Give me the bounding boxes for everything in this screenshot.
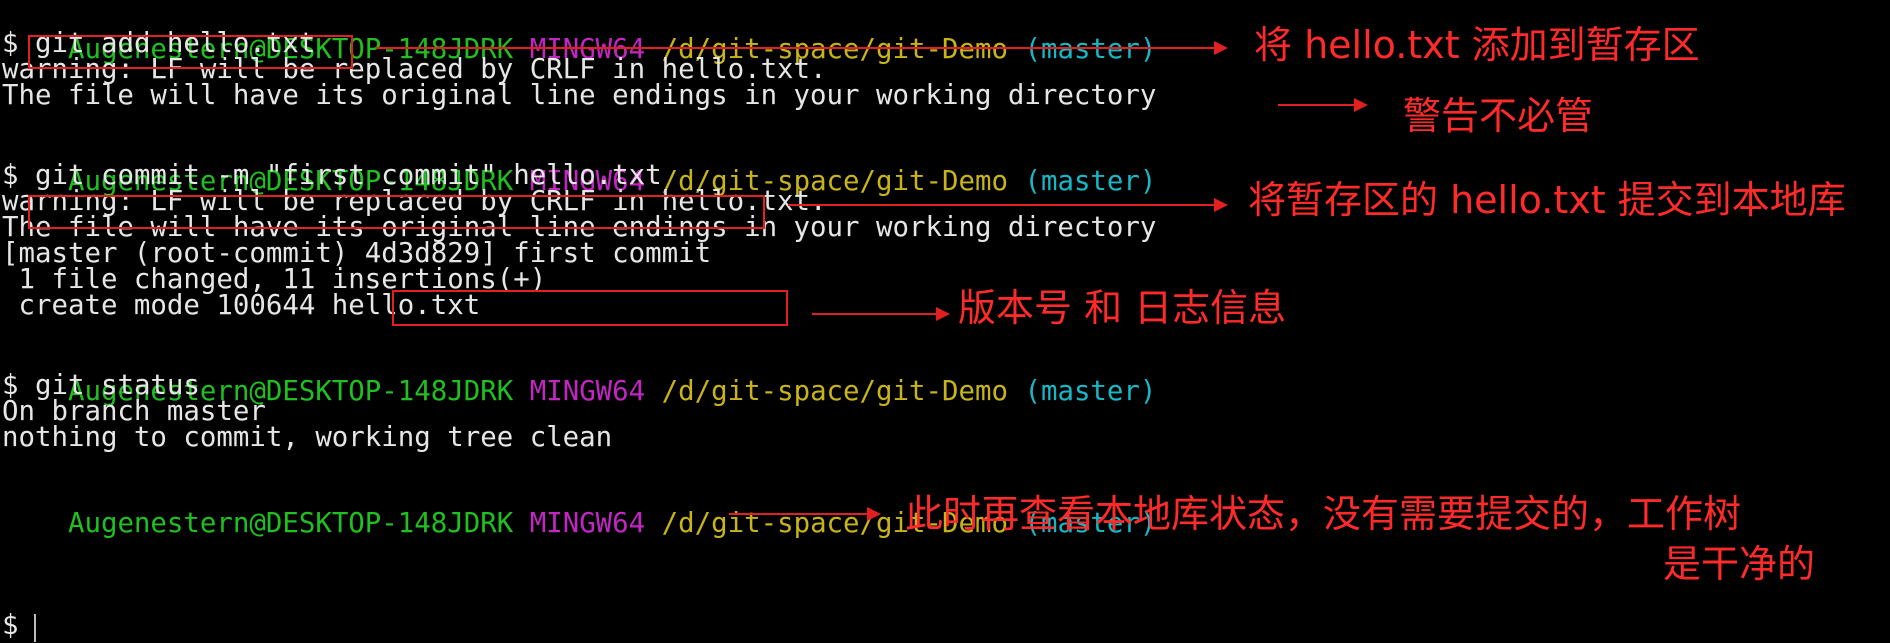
- output-line: The file will have its original line end…: [2, 80, 1157, 111]
- arrow-icon: [788, 198, 1228, 212]
- prompt-shell: MINGW64: [529, 508, 646, 539]
- annotation-warning: 警告不必管: [1403, 94, 1594, 138]
- terminal-window[interactable]: Augenestern@DESKTOP-148JDRK MINGW64 /d/g…: [0, 0, 1890, 643]
- text-cursor: [34, 614, 36, 642]
- annotation-status-continued: 是干净的: [1663, 542, 1816, 586]
- arrow-icon: [1278, 98, 1368, 112]
- annotation-add: 将 hello.txt 添加到暂存区: [1254, 23, 1700, 67]
- prompt-symbol: $: [2, 610, 19, 641]
- prompt-branch: (master): [1024, 34, 1157, 65]
- arrow-icon: [729, 507, 881, 521]
- prompt-branch: (master): [1024, 376, 1157, 407]
- prompt-user: Augenestern@DESKTOP-148JDRK: [67, 508, 514, 539]
- prompt-path: /d/git-space/git-Demo: [661, 376, 1008, 407]
- annotation-commit: 将暂存区的 hello.txt 提交到本地库: [1248, 178, 1846, 222]
- prompt-branch: (master): [1024, 166, 1157, 197]
- highlight-box: [28, 35, 353, 69]
- annotation-version: 版本号 和 日志信息: [958, 286, 1287, 330]
- output-line: nothing to commit, working tree clean: [2, 422, 613, 453]
- arrow-icon: [812, 307, 950, 321]
- command-line[interactable]: $: [2, 610, 19, 642]
- highlight-box: [392, 290, 788, 326]
- arrow-icon: [376, 41, 1228, 55]
- annotation-status: 此时再查看本地库状态，没有需要提交的，工作树: [905, 492, 1742, 536]
- highlight-box: [28, 195, 765, 229]
- prompt-shell: MINGW64: [529, 376, 646, 407]
